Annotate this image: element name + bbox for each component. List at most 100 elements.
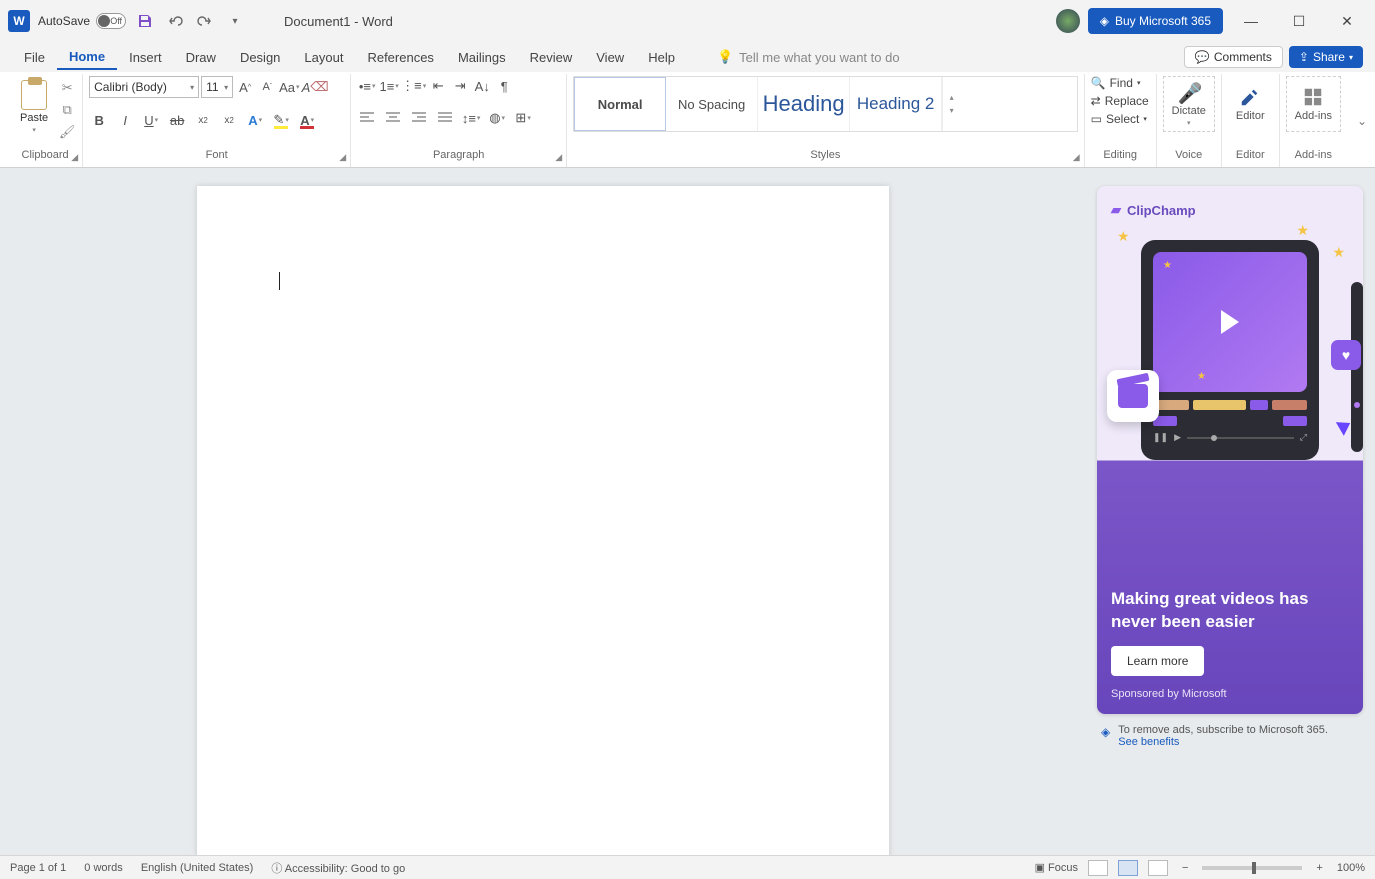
line-spacing-button[interactable]: ↕≡▾ (461, 108, 481, 128)
tab-review[interactable]: Review (518, 46, 585, 69)
style-normal[interactable]: Normal (574, 77, 666, 131)
redo-button[interactable] (194, 10, 216, 32)
tab-insert[interactable]: Insert (117, 46, 174, 69)
show-marks-button[interactable]: ¶ (494, 76, 514, 96)
heart-icon: ♥ (1331, 340, 1361, 370)
clear-formatting-button[interactable]: A⌫ (302, 77, 329, 97)
highlight-button[interactable]: ✎▾ (271, 110, 291, 130)
user-avatar[interactable] (1056, 9, 1080, 33)
superscript-button[interactable]: x2 (219, 110, 239, 130)
font-name-combo[interactable]: Calibri (Body)▾ (89, 76, 199, 98)
qat-customize[interactable]: ▾ (224, 10, 246, 32)
tab-file[interactable]: File (12, 46, 57, 69)
status-page[interactable]: Page 1 of 1 (10, 862, 66, 874)
zoom-in-button[interactable]: + (1312, 862, 1326, 874)
focus-mode-button[interactable]: ▣ Focus (1035, 861, 1078, 874)
strikethrough-button[interactable]: ab (167, 110, 187, 130)
text-effects-button[interactable]: A▾ (245, 110, 265, 130)
undo-button[interactable] (164, 10, 186, 32)
borders-button[interactable]: ⊞▾ (513, 108, 533, 128)
document-page[interactable] (197, 186, 889, 855)
styles-dialog-launcher[interactable]: ◢ (1073, 152, 1080, 163)
style-no-spacing[interactable]: No Spacing (666, 77, 758, 131)
comments-button[interactable]: 💬 Comments (1184, 46, 1283, 68)
group-addins: Add-ins Add-ins (1280, 74, 1347, 167)
multilevel-list-button[interactable]: ⋮≡▾ (401, 76, 426, 96)
style-gallery-more[interactable]: ▴▾ (942, 77, 960, 131)
bullets-button[interactable]: •≡▾ (357, 76, 377, 96)
clipboard-icon (21, 80, 47, 110)
zoom-out-button[interactable]: − (1178, 862, 1192, 874)
cut-button[interactable]: ✂ (58, 80, 76, 96)
format-painter-button[interactable]: 🖌 (58, 124, 76, 140)
clapper-tile (1107, 370, 1159, 422)
font-color-button[interactable]: A▾ (297, 110, 317, 130)
style-heading-1[interactable]: Heading (758, 77, 850, 131)
select-button[interactable]: ▭Select▾ (1091, 112, 1149, 126)
increase-indent-button[interactable]: ⇥ (450, 76, 470, 96)
align-right-button[interactable] (409, 108, 429, 128)
align-left-button[interactable] (357, 108, 377, 128)
paste-button[interactable]: Paste ▾ (14, 76, 54, 138)
paragraph-dialog-launcher[interactable]: ◢ (555, 152, 562, 163)
editor-button[interactable]: Editor (1228, 76, 1273, 132)
web-layout-button[interactable] (1148, 860, 1168, 876)
save-button[interactable] (134, 10, 156, 32)
buy-microsoft-365-button[interactable]: ◈ Buy Microsoft 365 (1088, 8, 1223, 34)
zoom-slider[interactable] (1202, 866, 1302, 870)
comments-label: Comments (1214, 50, 1272, 64)
status-bar: Page 1 of 1 0 words English (United Stat… (0, 855, 1375, 879)
tab-layout[interactable]: Layout (292, 46, 355, 69)
print-layout-button[interactable] (1118, 860, 1138, 876)
status-words[interactable]: 0 words (84, 862, 123, 874)
sort-button[interactable]: A↓ (472, 76, 492, 96)
addins-button[interactable]: Add-ins (1286, 76, 1341, 132)
shading-button[interactable]: ◍▾ (487, 108, 507, 128)
read-mode-button[interactable] (1088, 860, 1108, 876)
collapse-ribbon-button[interactable]: ⌄ (1357, 114, 1367, 128)
tab-view[interactable]: View (584, 46, 636, 69)
font-dialog-launcher[interactable]: ◢ (339, 152, 346, 163)
align-center-button[interactable] (383, 108, 403, 128)
ribbon: Paste ▾ ✂ ⧉ 🖌 Clipboard ◢ Calibri (Body)… (0, 72, 1375, 168)
tell-me-search[interactable]: 💡 Tell me what you want to do (717, 49, 900, 65)
change-case-button[interactable]: Aa▾ (279, 77, 299, 97)
ad-learn-more-button[interactable]: Learn more (1111, 646, 1204, 676)
grow-font-button[interactable]: A^ (235, 77, 255, 97)
share-button[interactable]: ⇪ Share ▾ (1289, 46, 1363, 68)
tab-references[interactable]: References (355, 46, 445, 69)
shrink-font-button[interactable]: Aˇ (257, 77, 277, 97)
font-size-combo[interactable]: 11▾ (201, 76, 233, 98)
tab-home[interactable]: Home (57, 45, 117, 70)
document-scroll-area[interactable] (0, 168, 1085, 855)
editor-label: Editor (1236, 110, 1265, 122)
tab-help[interactable]: Help (636, 46, 687, 69)
numbering-button[interactable]: 1≡▾ (379, 76, 399, 96)
clipboard-dialog-launcher[interactable]: ◢ (71, 152, 78, 163)
minimize-button[interactable]: — (1231, 6, 1271, 36)
dictate-button[interactable]: 🎤 Dictate ▾ (1163, 76, 1215, 132)
tab-mailings[interactable]: Mailings (446, 46, 518, 69)
maximize-button[interactable]: ☐ (1279, 6, 1319, 36)
tab-draw[interactable]: Draw (174, 46, 228, 69)
decrease-indent-button[interactable]: ⇤ (428, 76, 448, 96)
find-button[interactable]: 🔍Find▾ (1091, 76, 1149, 90)
font-size-value: 11 (206, 80, 218, 94)
replace-button[interactable]: ⇄Replace (1091, 94, 1149, 108)
subscript-button[interactable]: x2 (193, 110, 213, 130)
status-accessibility[interactable]: ⓘ Accessibility: Good to go (271, 860, 405, 876)
underline-button[interactable]: U▾ (141, 110, 161, 130)
zoom-level[interactable]: 100% (1337, 862, 1365, 874)
group-label-clipboard: Clipboard (14, 147, 76, 165)
copy-button[interactable]: ⧉ (58, 102, 76, 118)
tab-design[interactable]: Design (228, 46, 292, 69)
status-language[interactable]: English (United States) (141, 862, 254, 874)
see-benefits-link[interactable]: See benefits (1118, 736, 1179, 748)
justify-button[interactable] (435, 108, 455, 128)
bold-button[interactable]: B (89, 110, 109, 130)
italic-button[interactable]: I (115, 110, 135, 130)
style-heading-2[interactable]: Heading 2 (850, 77, 942, 131)
autosave-toggle[interactable]: Off (96, 13, 126, 29)
close-button[interactable]: ✕ (1327, 6, 1367, 36)
autosave-control[interactable]: AutoSave Off (38, 13, 126, 29)
